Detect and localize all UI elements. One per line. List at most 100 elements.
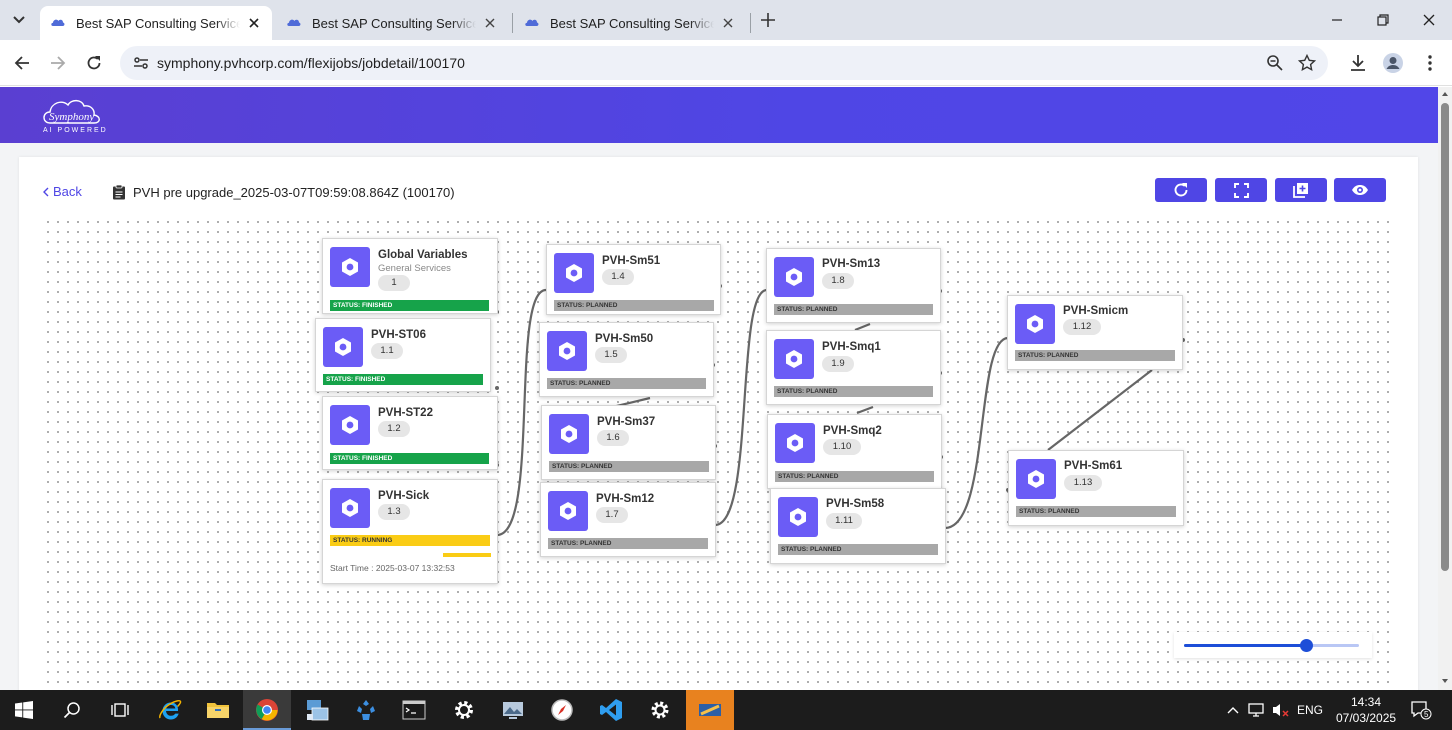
remote-desktop-icon [503, 702, 523, 719]
network-status-button[interactable] [1246, 690, 1268, 730]
node-name: PVH-Sm13 [822, 258, 881, 270]
taskbar-search-button[interactable] [48, 690, 96, 730]
node-status-bar: STATUS: FINISHED [330, 453, 489, 464]
taskbar-chrome-app[interactable] [243, 690, 291, 730]
hexagon-node-icon [548, 491, 588, 531]
start-button[interactable] [0, 690, 48, 730]
zoom-slider-thumb[interactable] [1300, 639, 1313, 652]
node-status-bar: STATUS: PLANNED [554, 300, 714, 311]
job-title-text: PVH pre upgrade_2025-03-07T09:59:08.864Z… [133, 184, 455, 200]
task-view-button[interactable] [96, 690, 144, 730]
notification-center-button[interactable]: 5 [1404, 690, 1438, 730]
node-status-bar: STATUS: PLANNED [1016, 506, 1176, 517]
close-tab-icon[interactable] [482, 15, 498, 31]
taskbar-compass-app[interactable] [538, 690, 586, 730]
taskbar-clock[interactable]: 14:34 07/03/2025 [1336, 694, 1396, 726]
browser-tab-1[interactable]: Best SAP Consulting Services ar [40, 6, 272, 40]
taskbar-remote-app[interactable] [489, 690, 537, 730]
close-window-button[interactable] [1414, 8, 1444, 32]
svg-text:5: 5 [1424, 710, 1429, 719]
flow-node-pvh-sm58[interactable]: PVH-Sm58 1.11 STATUS: PLANNED [770, 488, 946, 564]
zoom-slider-fill [1184, 644, 1307, 647]
clipboard-icon [113, 184, 125, 200]
input-language-indicator[interactable]: ENG [1294, 690, 1326, 730]
add-node-button[interactable] [1275, 178, 1327, 202]
node-status-bar: STATUS: PLANNED [778, 544, 938, 555]
close-tab-icon[interactable] [720, 15, 736, 31]
taskbar-network-app[interactable] [293, 690, 341, 730]
taskbar-terminal-app[interactable] [390, 690, 438, 730]
tab-search-button[interactable] [6, 8, 32, 32]
svg-text:Symphony: Symphony [49, 111, 94, 123]
node-version-badge: 1.3 [378, 504, 410, 520]
hexagon-node-icon [330, 247, 370, 287]
add-box-icon [1293, 183, 1308, 198]
node-name: PVH-Smq2 [823, 425, 882, 437]
node-name: PVH-Sm50 [595, 333, 654, 345]
flow-node-pvh-smq2[interactable]: PVH-Smq2 1.10 STATUS: PLANNED [767, 414, 942, 489]
page-scrollbar[interactable] [1438, 87, 1452, 690]
node-name: PVH-Sm58 [826, 498, 885, 510]
profile-button[interactable] [1381, 51, 1405, 75]
forward-nav-button[interactable] [46, 51, 70, 75]
fullscreen-button[interactable] [1215, 178, 1267, 202]
bookmark-star-icon[interactable] [1298, 54, 1316, 72]
flow-node-pvh-sick[interactable]: PVH-Sick 1.3 STATUS: RUNNING Start Time … [322, 479, 498, 584]
flow-node-pvh-smicm[interactable]: PVH-Smicm 1.12 STATUS: PLANNED [1007, 295, 1183, 370]
zoom-icon[interactable] [1266, 54, 1284, 72]
browser-tab-3[interactable]: Best SAP Consulting Services ar [514, 6, 746, 40]
show-hidden-icons-button[interactable] [1222, 690, 1244, 730]
flow-node-pvh-st06[interactable]: PVH-ST06 1.1 STATUS: FINISHED [315, 318, 491, 392]
scroll-down-arrow-icon[interactable] [1441, 677, 1449, 685]
hexagon-node-icon [775, 423, 815, 463]
reload-button[interactable] [82, 51, 106, 75]
taskbar-sap-logon-app[interactable] [686, 690, 734, 730]
browser-menu-button[interactable] [1418, 51, 1442, 75]
taskbar-deploy-app[interactable] [342, 690, 390, 730]
volume-button[interactable] [1270, 690, 1292, 730]
taskbar-file-explorer-app[interactable] [194, 690, 242, 730]
notification-icon: 5 [1411, 701, 1432, 720]
network-computer-icon [307, 700, 329, 721]
downloads-button[interactable] [1346, 51, 1370, 75]
flow-node-pvh-sm12[interactable]: PVH-Sm12 1.7 STATUS: PLANNED [540, 482, 716, 557]
back-label: Back [53, 184, 82, 199]
flow-node-pvh-st22[interactable]: PVH-ST22 1.2 STATUS: FINISHED [322, 396, 498, 470]
view-button[interactable] [1334, 178, 1386, 202]
more-vertical-icon [1428, 55, 1432, 71]
flow-node-pvh-sm37[interactable]: PVH-Sm37 1.6 STATUS: PLANNED [541, 405, 716, 480]
new-tab-button[interactable] [758, 10, 778, 30]
minimize-window-button[interactable] [1322, 8, 1352, 32]
hexagon-node-icon [1016, 459, 1056, 499]
taskbar-settings-gear-app[interactable] [440, 690, 488, 730]
restore-window-button[interactable] [1368, 8, 1398, 32]
symphony-logo[interactable]: Symphony AI POWERED [40, 93, 110, 139]
flow-node-pvh-sm51[interactable]: PVH-Sm51 1.4 STATUS: PLANNED [546, 244, 721, 315]
flow-node-pvh-smq1[interactable]: PVH-Smq1 1.9 STATUS: PLANNED [766, 330, 941, 405]
flow-node-pvh-sm13[interactable]: PVH-Sm13 1.8 STATUS: PLANNED [766, 248, 941, 323]
node-version-badge: 1.5 [595, 347, 627, 363]
flow-node-pvh-sm50[interactable]: PVH-Sm50 1.5 STATUS: PLANNED [539, 322, 714, 397]
scroll-up-arrow-icon[interactable] [1441, 90, 1449, 98]
address-bar[interactable]: symphony.pvhcorp.com/flexijobs/jobdetail… [120, 46, 1328, 80]
back-nav-button[interactable] [10, 51, 34, 75]
browser-tab-2[interactable]: Best SAP Consulting Services ar [276, 6, 508, 40]
node-name: PVH-ST06 [371, 329, 426, 341]
clock-time: 14:34 [1350, 695, 1382, 709]
flow-node-global-variables[interactable]: Global Variables General Services 1 STAT… [322, 238, 498, 314]
clock-date: 07/03/2025 [1336, 711, 1397, 725]
node-version-badge: 1.2 [378, 421, 410, 437]
tab-separator [750, 13, 751, 33]
speaker-muted-icon [1273, 704, 1289, 717]
back-link[interactable]: Back [42, 184, 82, 199]
site-settings-icon[interactable] [132, 54, 150, 72]
close-tab-icon[interactable] [246, 15, 262, 31]
scrollbar-thumb[interactable] [1441, 103, 1449, 571]
node-version-badge: 1.9 [822, 356, 854, 372]
taskbar-settings-app[interactable] [636, 690, 684, 730]
flow-node-pvh-sm61[interactable]: PVH-Sm61 1.13 STATUS: PLANNED [1008, 450, 1184, 526]
taskbar-vscode-app[interactable] [587, 690, 635, 730]
refresh-button[interactable] [1155, 178, 1207, 202]
taskbar-ie-app[interactable] [146, 690, 194, 730]
zoom-slider[interactable] [1174, 632, 1372, 658]
